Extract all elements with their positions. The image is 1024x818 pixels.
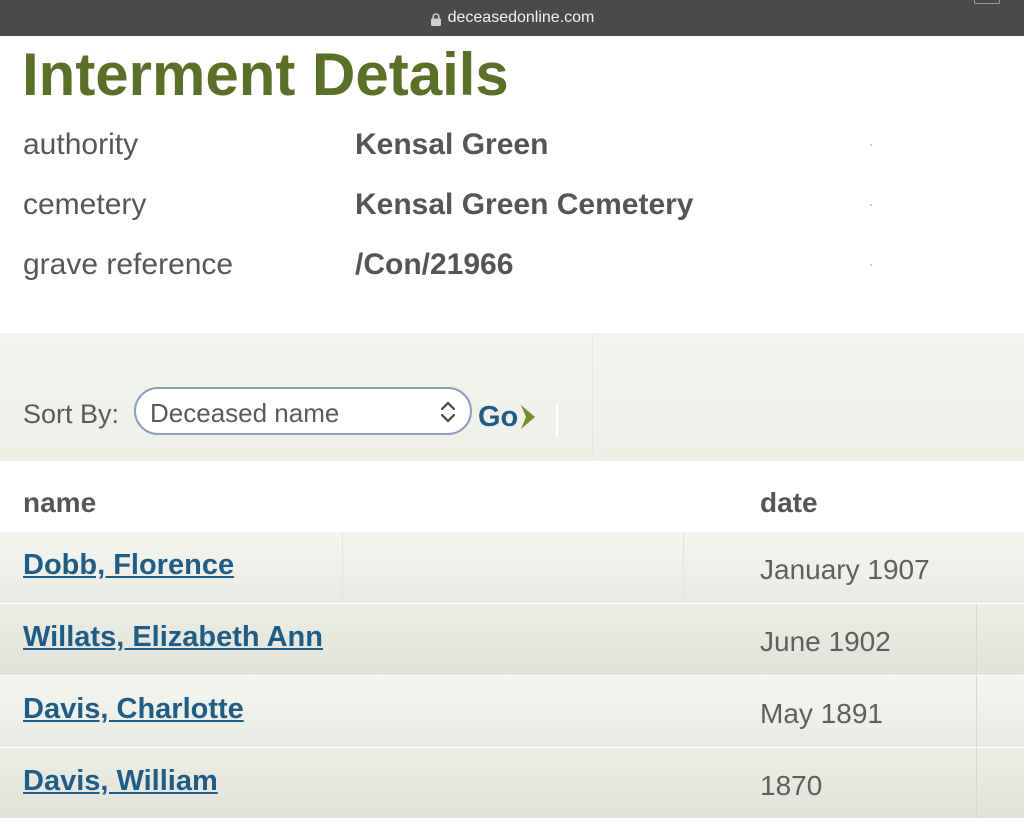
page-title: Interment Details — [22, 41, 509, 108]
column-header-date[interactable]: date — [760, 487, 818, 519]
detail-value: Kensal Green Cemetery — [355, 188, 694, 221]
divider — [556, 403, 558, 437]
deceased-name-link[interactable]: Davis, Charlotte — [23, 693, 244, 726]
table-header: name date — [0, 461, 1024, 531]
interment-date: May 1891 — [760, 698, 883, 729]
interment-details: authority Kensal Green cemetery Kensal G… — [0, 118, 1024, 298]
go-label: Go — [478, 400, 519, 433]
interments-table: name date Dobb, Florence January 1907 Wi… — [0, 461, 1024, 818]
deceased-name-link[interactable]: Dobb, Florence — [23, 549, 234, 582]
divider — [976, 676, 977, 748]
tabs-icon[interactable] — [974, 0, 1000, 4]
sort-panel: Sort By: Deceased name Go — [0, 333, 1024, 461]
arrow-right-icon — [521, 405, 536, 429]
interment-date: January 1907 — [760, 554, 930, 585]
detail-row-authority: authority Kensal Green — [0, 118, 1024, 178]
lock-icon — [430, 12, 441, 26]
chevron-up-down-icon — [440, 401, 456, 423]
go-button[interactable]: Go — [478, 399, 537, 435]
divider — [342, 532, 343, 604]
detail-label: grave reference — [23, 248, 234, 281]
table-row: Davis, William 1870 — [0, 747, 1024, 818]
table-row: Willats, Elizabeth Ann June 1902 — [0, 603, 1024, 676]
divider — [683, 532, 684, 604]
divider — [976, 748, 977, 818]
detail-value: /Con/21966 — [355, 248, 514, 281]
sort-selected-value: Deceased name — [150, 398, 340, 428]
divider — [870, 264, 872, 266]
detail-label: authority — [23, 128, 139, 161]
deceased-name-link[interactable]: Davis, William — [23, 765, 218, 798]
detail-row-cemetery: cemetery Kensal Green Cemetery — [0, 178, 1024, 238]
divider — [870, 204, 872, 206]
interment-date: June 1902 — [760, 626, 891, 657]
interment-date: 1870 — [760, 770, 823, 801]
detail-label: cemetery — [23, 188, 147, 221]
deceased-name-link[interactable]: Willats, Elizabeth Ann — [23, 621, 323, 654]
table-row: Dobb, Florence January 1907 — [0, 531, 1024, 604]
sort-by-label: Sort By: — [23, 399, 120, 429]
column-header-name[interactable]: name — [23, 487, 96, 519]
detail-row-grave-reference: grave reference /Con/21966 — [0, 238, 1024, 298]
divider — [592, 333, 593, 461]
divider — [976, 604, 977, 676]
browser-address-bar[interactable]: deceasedonline.com — [0, 0, 1024, 36]
divider — [870, 144, 872, 146]
sort-select[interactable]: Deceased name — [134, 387, 472, 435]
table-row: Davis, Charlotte May 1891 — [0, 675, 1024, 748]
url-text: deceasedonline.com — [447, 9, 595, 26]
detail-value: Kensal Green — [355, 128, 549, 161]
